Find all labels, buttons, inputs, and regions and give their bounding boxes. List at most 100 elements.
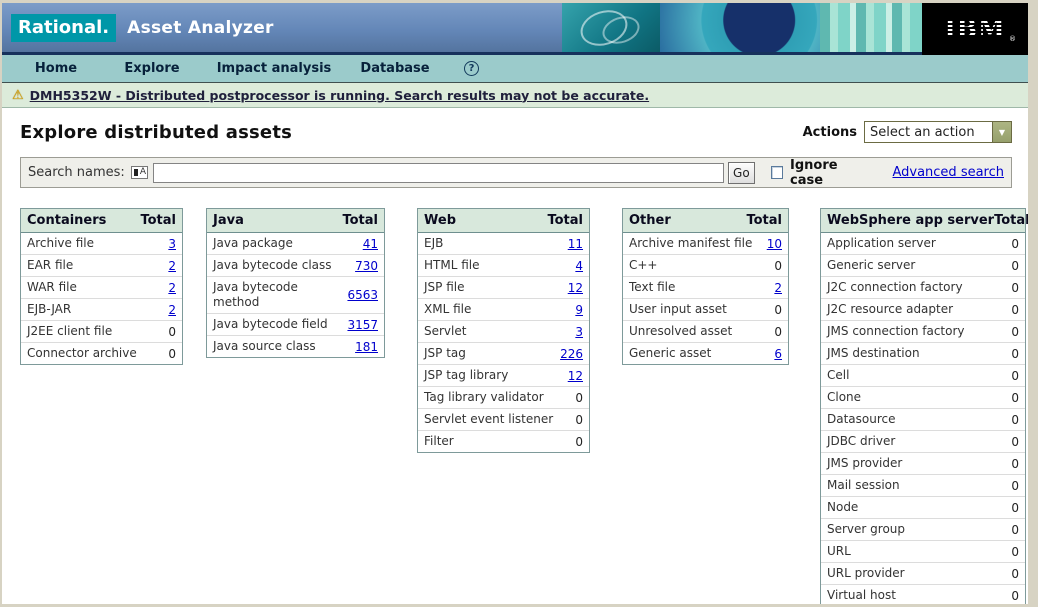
asset-panel: Containers Total Archive file3EAR file2W…: [20, 208, 183, 365]
asset-count-link[interactable]: 12: [568, 369, 583, 383]
asset-type-label: Archive file: [27, 236, 98, 251]
table-row: Node0: [821, 497, 1025, 519]
asset-type-label: Node: [827, 500, 862, 515]
asset-count-link[interactable]: 2: [774, 281, 782, 295]
asset-count-link[interactable]: 4: [575, 259, 583, 273]
app-banner: Rational. Asset Analyzer IBM ®: [2, 3, 1028, 55]
rational-logo: Rational.: [11, 14, 116, 42]
asset-count-link[interactable]: 3157: [347, 318, 378, 332]
table-row: C++0: [623, 255, 788, 277]
actions-group: Actions Select an action ▼: [803, 121, 1012, 143]
nav-item-explore[interactable]: Explore: [106, 61, 198, 76]
warning-icon: ⚠: [12, 89, 24, 102]
table-row: Servlet3: [418, 321, 589, 343]
asset-type-label: Java package: [213, 236, 297, 251]
asset-count-link[interactable]: 2: [168, 259, 176, 273]
panel-header: WebSphere app server Total: [821, 209, 1025, 233]
asset-count: 12: [568, 281, 583, 295]
asset-count-link[interactable]: 11: [568, 237, 583, 251]
panel-total-label: Total: [746, 213, 782, 228]
help-icon[interactable]: ?: [464, 61, 479, 76]
asset-count: 6563: [347, 288, 378, 302]
table-row: Clone0: [821, 387, 1025, 409]
asset-type-label: Java bytecode method: [213, 280, 347, 310]
asset-count-link[interactable]: 9: [575, 303, 583, 317]
ignore-case-checkbox[interactable]: [771, 166, 783, 179]
asset-count-link[interactable]: 41: [363, 237, 378, 251]
title-row: Explore distributed assets Actions Selec…: [2, 121, 1028, 143]
asset-count-link[interactable]: 3: [575, 325, 583, 339]
asset-count: 0: [1011, 545, 1019, 559]
artwork-blue-swirl: [660, 3, 820, 52]
go-button[interactable]: Go: [728, 162, 755, 184]
panel-total-label: Total: [994, 213, 1028, 228]
asset-type-label: Tag library validator: [424, 390, 548, 405]
asset-type-label: Datasource: [827, 412, 900, 427]
asset-count-link[interactable]: 3: [168, 237, 176, 251]
asset-count: 0: [1011, 259, 1019, 273]
asset-count: 3: [168, 237, 176, 251]
asset-panels: Containers Total Archive file 3 EAR file2 W…: [2, 208, 1028, 604]
asset-count-link[interactable]: 181: [355, 340, 378, 354]
asset-count: 0: [1011, 325, 1019, 339]
asset-type-label: Connector archive: [27, 346, 141, 361]
panel-total-label: Total: [547, 213, 583, 228]
asset-count-link[interactable]: 6: [774, 347, 782, 361]
asset-type-label: JSP tag library: [424, 368, 512, 383]
panel-total-label: Total: [342, 213, 378, 228]
table-row: EAR file2: [21, 255, 182, 277]
table-row: Generic server 0: [821, 255, 1025, 277]
nav-item-impact-analysis[interactable]: Impact analysis: [198, 61, 350, 76]
table-row: J2C resource adapter0: [821, 299, 1025, 321]
asset-count-link[interactable]: 2: [168, 303, 176, 317]
registered-mark: ®: [1009, 35, 1016, 43]
panel-rows: Archive file3EAR file2WAR file2EJB-JAR2J…: [21, 233, 182, 364]
asset-type-label: EJB-JAR: [27, 302, 75, 317]
asset-count: 226: [560, 347, 583, 361]
asset-type-label: Java bytecode class: [213, 258, 336, 273]
nav-item-home[interactable]: Home: [6, 61, 106, 76]
ibm-logo: IBM ®: [922, 3, 1028, 55]
asset-count: 3157: [347, 318, 378, 332]
table-row: Tag library validator0: [418, 387, 589, 409]
chevron-down-icon[interactable]: ▼: [992, 122, 1011, 142]
asset-count-link[interactable]: 226: [560, 347, 583, 361]
asset-type-label: Generic asset: [629, 346, 715, 361]
panel-title: Web: [424, 213, 456, 228]
table-row: XML file9: [418, 299, 589, 321]
asset-count: 2: [168, 281, 176, 295]
asset-count-link[interactable]: 6563: [347, 288, 378, 302]
nav-item-database[interactable]: Database: [350, 61, 440, 76]
asset-count-link[interactable]: 730: [355, 259, 378, 273]
panel-header: Containers Total: [21, 209, 182, 233]
case-icon-block: [134, 169, 138, 176]
warning-message-link[interactable]: DMH5352W - Distributed postprocessor is …: [30, 88, 649, 103]
asset-count-link[interactable]: 12: [568, 281, 583, 295]
asset-type-label: Servlet event listener: [424, 412, 557, 427]
asset-count: 10: [767, 237, 782, 251]
warning-bar: ⚠ DMH5352W - Distributed postprocessor i…: [2, 83, 1028, 108]
asset-type-label: Server group: [827, 522, 909, 537]
asset-count: 181: [355, 340, 378, 354]
table-row: Mail session0: [821, 475, 1025, 497]
asset-count-link[interactable]: 10: [767, 237, 782, 251]
panel-rows: Java package 41 Java bytecode class 730 Java…: [207, 233, 384, 357]
table-row: JMS connection factory0: [821, 321, 1025, 343]
actions-select[interactable]: Select an action ▼: [864, 121, 1012, 143]
asset-type-label: Archive manifest file: [629, 236, 756, 251]
search-input[interactable]: [153, 163, 724, 183]
asset-count-link[interactable]: 2: [168, 281, 176, 295]
asset-type-label: Java source class: [213, 339, 320, 354]
table-row: Java source class 181: [207, 336, 384, 357]
asset-count: 0: [1011, 391, 1019, 405]
asset-type-label: Unresolved asset: [629, 324, 736, 339]
ignore-case-label: Ignore case: [790, 158, 870, 188]
table-row: Datasource0: [821, 409, 1025, 431]
page-title: Explore distributed assets: [20, 122, 292, 143]
advanced-search-link[interactable]: Advanced search: [892, 165, 1004, 180]
asset-type-label: J2C connection factory: [827, 280, 967, 295]
table-row: Cell0: [821, 365, 1025, 387]
actions-selected-value: Select an action: [865, 125, 975, 140]
asset-type-label: Generic server: [827, 258, 919, 273]
table-row: Connector archive0: [21, 343, 182, 364]
